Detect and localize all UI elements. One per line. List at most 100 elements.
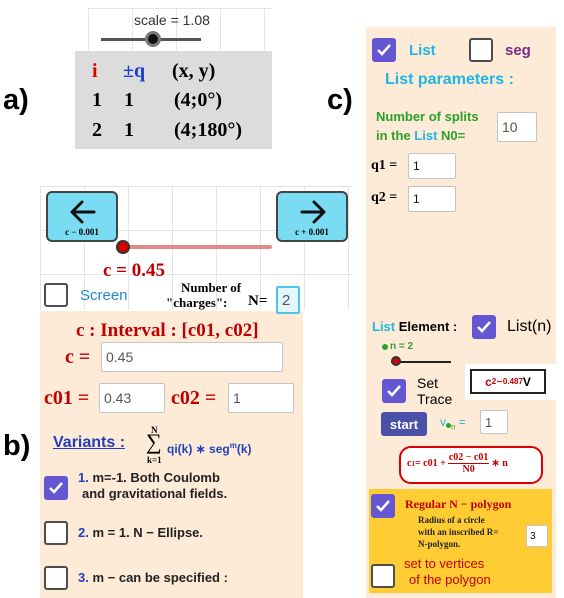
list-element-a: List: [372, 319, 396, 334]
radius-line1: Radius of a circle: [418, 515, 485, 525]
col-header-q: ±q: [123, 60, 146, 82]
checkmark-icon: [477, 321, 491, 333]
label-c: c): [327, 84, 353, 116]
variant-1-label: m=-1. Both Coulomb: [92, 470, 220, 485]
increase-c-button[interactable]: c + 0.001: [276, 191, 348, 242]
polygon-checkbox[interactable]: [371, 494, 395, 518]
checkmark-icon: [377, 44, 391, 56]
formula-denominator: N0: [462, 464, 475, 475]
set-trace-line1: Set: [417, 375, 439, 391]
c2-readout: c 2∼0.487 V: [470, 369, 546, 394]
list-element-label: List Element :: [372, 319, 457, 334]
vertices-line2: of the polygon: [409, 572, 491, 587]
radius-label: Radius of a circle with an inscribed R= …: [418, 514, 498, 550]
seg-checkbox[interactable]: [469, 38, 493, 62]
list-params-title: List parameters :: [385, 71, 514, 88]
screen-label: Screen: [80, 287, 128, 304]
sum-expression: qi(k) ∗ segm(k): [167, 441, 252, 456]
variant-2-text: 2. m = 1. N − Ellipse.: [78, 525, 203, 540]
c2-subscript: 2∼0.487: [491, 377, 523, 386]
c-input[interactable]: 0.45: [101, 342, 283, 372]
row-2-i: 2: [92, 119, 102, 141]
list-label: List: [409, 42, 436, 59]
formula-mid: = c01 +: [414, 458, 446, 469]
row-1-xy: (4;0°): [174, 89, 222, 111]
q2-label: q2 =: [371, 190, 398, 205]
formula-fraction: c02 − c01 N0: [447, 452, 490, 475]
sum-symbol: ∑: [146, 429, 162, 454]
sum-expr: qi(k) ∗ seg: [167, 442, 230, 456]
vertices-label: set to vertices of the polygon: [404, 556, 491, 588]
c02-input[interactable]: 1: [228, 383, 294, 413]
increase-c-caption: c + 0.001: [295, 227, 329, 237]
set-trace-line2: Trace: [417, 391, 453, 407]
v-symbol: v: [440, 415, 446, 429]
list-n-label: List(n): [507, 318, 552, 335]
start-button[interactable]: start: [381, 412, 427, 436]
polygon-label: Regular N − polygon: [405, 497, 512, 511]
c2-symbol: c: [485, 374, 492, 389]
c02-label: c02 =: [171, 387, 217, 409]
arrow-left-icon: [70, 200, 96, 224]
c01-label: c01 =: [44, 387, 90, 409]
label-a: a): [3, 84, 29, 116]
row-1-i: 1: [92, 89, 102, 111]
col-header-i: i: [92, 60, 98, 82]
screen-checkbox[interactable]: [44, 283, 68, 307]
variant-1-text: 1. m=-1. Both Coulomb and gravitational …: [78, 470, 227, 502]
n-slider-handle[interactable]: [391, 356, 401, 366]
row-2-xy: (4;180°): [174, 119, 242, 141]
variant-2-checkbox[interactable]: [44, 521, 68, 545]
n0-input[interactable]: 10: [497, 112, 537, 142]
c-slider-handle[interactable]: [116, 240, 130, 254]
variant-2-label: m = 1. N − Ellipse.: [92, 525, 204, 540]
q2-input[interactable]: 1: [408, 186, 456, 212]
row-1-q: 1: [124, 89, 134, 111]
row-2-q: 1: [124, 119, 134, 141]
c1-formula: c1 = c01 + c02 − c01 N0 ∗ n: [407, 452, 508, 475]
vertices-line1: set to vertices: [404, 556, 485, 571]
sum-lower: k=1: [147, 455, 162, 465]
vertices-checkbox[interactable]: [371, 564, 395, 588]
charges-label-line1: Number of: [181, 280, 242, 295]
c-slider-track[interactable]: [123, 245, 272, 249]
r-input[interactable]: 3: [526, 525, 548, 547]
splits-line2c: N0=: [437, 128, 466, 143]
splits-line1: Number of splits: [376, 109, 479, 124]
radius-line3: N-polygon.: [418, 539, 461, 549]
formula-tail: ∗ n: [491, 458, 508, 469]
list-element-b: Element :: [395, 319, 458, 334]
label-b: b): [3, 430, 31, 462]
variant-2-num: 2.: [78, 525, 89, 540]
splits-line2a: in the: [376, 128, 415, 143]
c-value-display: c = 0.45: [103, 260, 166, 281]
set-trace-label: Set Trace: [417, 375, 452, 407]
checkmark-icon: [376, 500, 390, 512]
v-eq: =: [455, 415, 466, 429]
v-input[interactable]: 1: [480, 410, 508, 434]
variant-1-checkbox[interactable]: [44, 476, 68, 500]
scale-label: scale = 1.08: [134, 12, 210, 28]
q1-input[interactable]: 1: [408, 153, 456, 179]
set-trace-checkbox[interactable]: [382, 379, 406, 403]
c01-input[interactable]: 0.43: [99, 383, 165, 413]
formula-numerator: c02 − c01: [447, 452, 490, 464]
sum-exponent: m: [229, 441, 237, 450]
decrease-c-button[interactable]: c − 0.001: [46, 191, 118, 242]
n-input[interactable]: 2: [276, 286, 300, 314]
scale-slider-handle[interactable]: [145, 31, 161, 47]
variant-3-checkbox[interactable]: [44, 566, 68, 590]
splits-line2b: List: [414, 128, 438, 143]
v-label: vn =: [440, 415, 466, 431]
variant-3-label: m − can be specified :: [92, 570, 228, 585]
variant-3-num: 3.: [78, 570, 89, 585]
variant-1-num: 1.: [78, 470, 89, 485]
variants-label: Variants :: [53, 434, 126, 451]
variant-1-label2: and gravitational fields.: [82, 486, 228, 501]
sum-tail: (k): [236, 442, 252, 456]
radius-line2: with an inscribed R=: [418, 527, 499, 537]
q1-label: q1 =: [371, 158, 398, 173]
splits-label: Number of splits in the List N0=: [376, 107, 479, 145]
list-checkbox[interactable]: [372, 38, 396, 62]
list-n-checkbox[interactable]: [472, 315, 496, 339]
